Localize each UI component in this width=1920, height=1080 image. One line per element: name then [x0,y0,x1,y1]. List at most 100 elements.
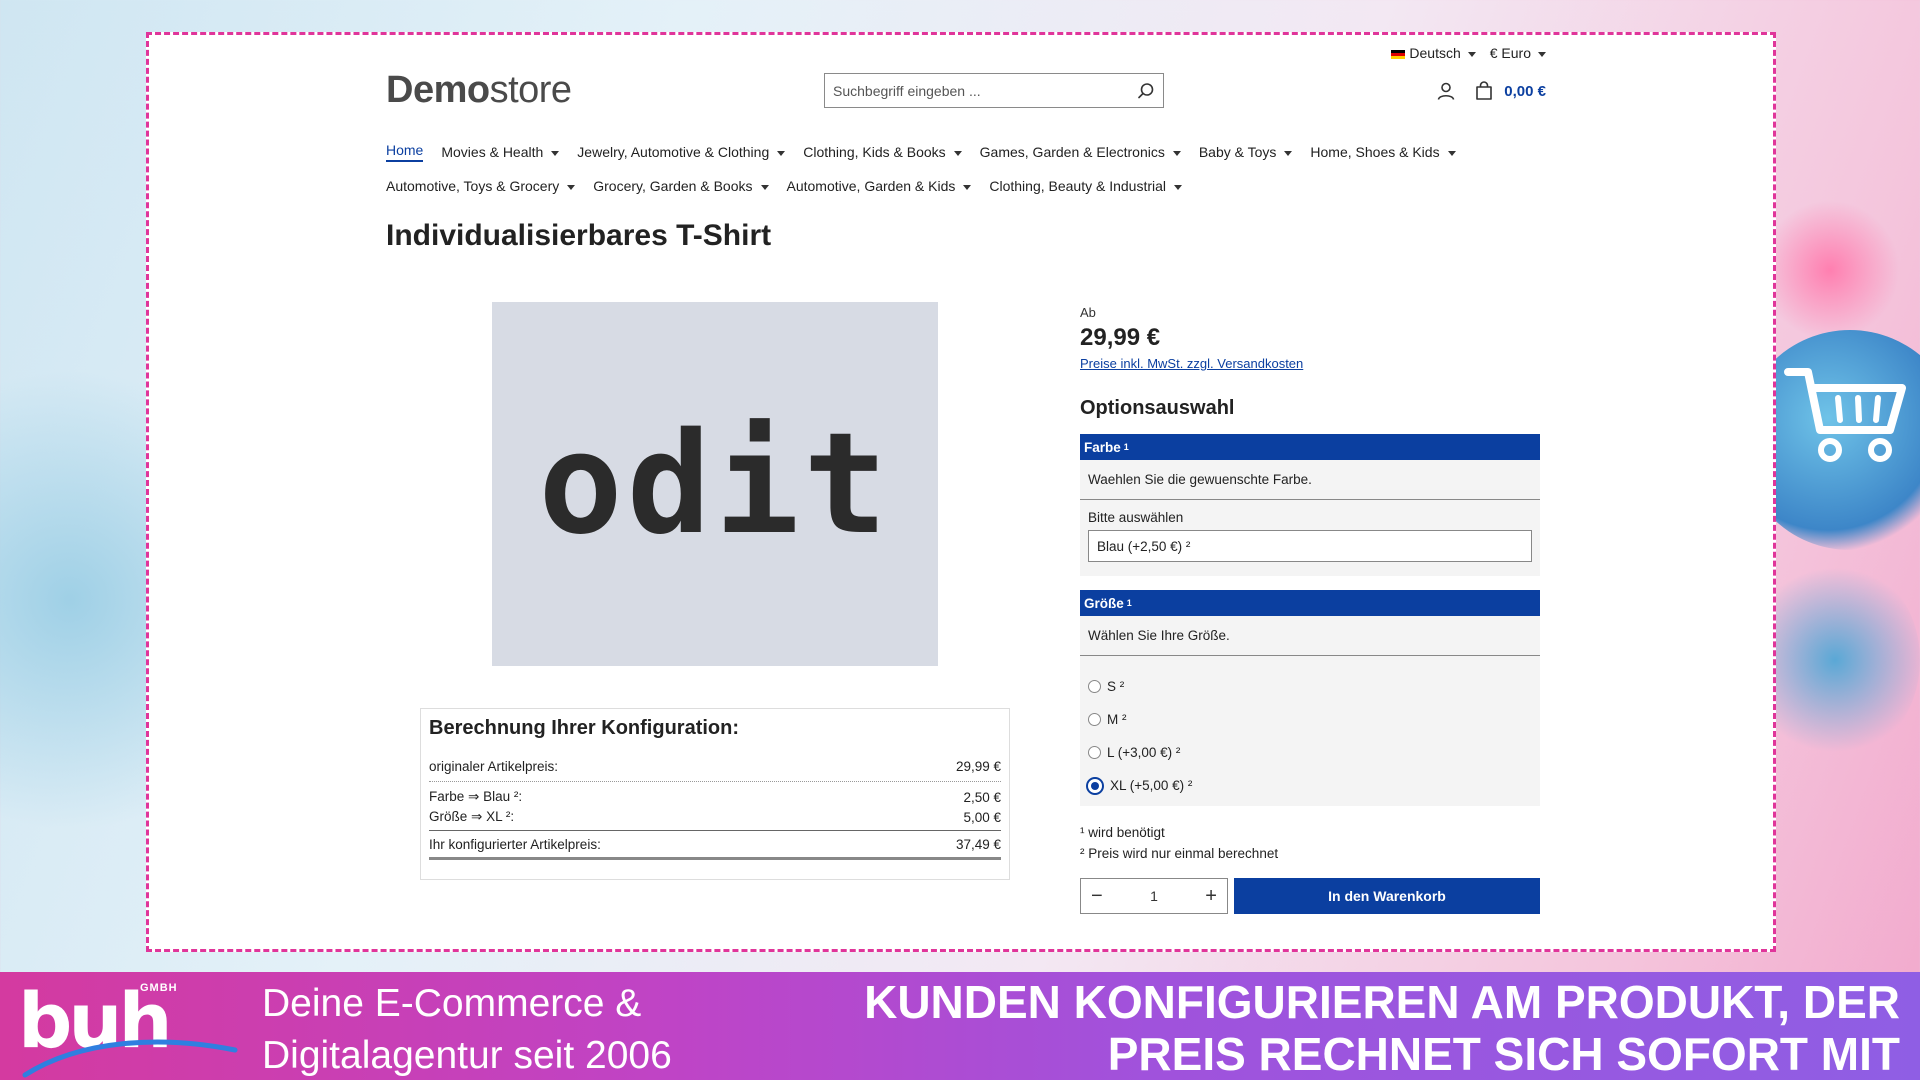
calc-item-row: Farbe ⇒ Blau ²: 2,50 € [429,787,1001,807]
quantity-stepper: − 1 + [1080,878,1228,914]
calc-item-label: Farbe ⇒ Blau ²: [429,789,523,804]
color-select-label: Bitte auswählen [1088,510,1184,525]
size-radio-m[interactable]: M ² [1088,703,1532,736]
nav-row-2: Automotive, Toys & Grocery Grocery, Gard… [386,169,1546,203]
required-marker: 1 [1123,442,1129,452]
nav-item-grocery-garden-books[interactable]: Grocery, Garden & Books [593,178,768,194]
calc-original-row: originaler Artikelpreis: 29,99 € [429,756,1001,776]
logo-light: store [489,69,572,111]
main-navigation: Home Movies & Health Jewelry, Automotive… [386,135,1546,203]
size-radio-label: M ² [1107,712,1127,727]
price-prefix: Ab [1080,305,1096,320]
header-actions: 0,00 € [1436,81,1546,101]
logo-swoosh-icon [22,1039,238,1078]
banner-headline: KUNDEN KONFIGURIEREN AM PRODUKT, DER PRE… [864,976,1900,1080]
cart-button[interactable]: 0,00 € [1474,81,1546,101]
nav-row-1: Home Movies & Health Jewelry, Automotive… [386,135,1546,169]
divider [429,781,1001,782]
currency-switcher[interactable]: € Euro [1490,45,1546,61]
product-title: Individualisierbares T-Shirt [386,219,772,252]
color-option-group: Farbe 1 Waehlen Sie die gewuenschte Farbe… [1080,434,1540,576]
nav-item-home[interactable]: Home [386,142,424,162]
screenshot-frame: Deutsch € Euro Demostore 0,00 € [146,32,1776,952]
product-image[interactable]: odit [492,302,938,666]
calc-total-label: Ihr konfigurierter Artikelpreis: [429,836,601,852]
store-page: Deutsch € Euro Demostore 0,00 € [386,35,1546,949]
buh-logo-suffix: GMBH [140,982,178,994]
radio-button[interactable] [1088,746,1101,759]
size-radio-label: L (+3,00 €) ² [1107,745,1181,760]
nav-item-movies-health[interactable]: Movies & Health [441,144,559,160]
buy-box: Ab 29,99 € Preise inkl. MwSt. zzgl. Vers… [1080,305,1540,914]
radio-button-checked[interactable] [1086,776,1104,795]
account-icon[interactable] [1436,81,1456,101]
search-bar [824,73,1164,108]
size-radio-label: XL (+5,00 €) ² [1110,778,1193,793]
quantity-plus-button[interactable]: + [1205,885,1217,908]
product-price: 29,99 € [1080,324,1161,351]
shopping-bag-icon [1476,81,1493,100]
color-option-header: Farbe 1 [1080,434,1540,460]
background-decoration [1760,200,1900,340]
size-option-group: Größe 1 Wählen Sie Ihre Größe. S ² M ² L … [1080,590,1540,806]
footnote-required: ¹ wird benötigt [1080,825,1165,840]
shopping-cart-decoration-icon [1784,368,1906,462]
price-note-link[interactable]: Preise inkl. MwSt. zzgl. Versandkosten [1080,356,1540,371]
quantity-value[interactable]: 1 [1150,888,1158,904]
banner-tagline-line1: Deine E-Commerce & [262,982,642,1025]
nav-item-automotive-toys-grocery[interactable]: Automotive, Toys & Grocery [386,178,575,194]
size-radio-xl[interactable]: XL (+5,00 €) ² [1086,769,1532,802]
cart-total: 0,00 € [1504,82,1546,100]
radio-button[interactable] [1088,680,1101,693]
radio-button[interactable] [1088,713,1101,726]
options-title: Optionsauswahl [1080,397,1235,419]
language-label: Deutsch [1409,45,1461,61]
nav-item-jewelry-automotive-clothing[interactable]: Jewelry, Automotive & Clothing [577,144,785,160]
size-option-description: Wählen Sie Ihre Größe. [1080,616,1540,656]
calc-item-label: Größe ⇒ XL ²: [429,809,515,824]
calc-total-row: Ihr konfigurierter Artikelpreis: 37,49 € [429,834,1001,854]
quantity-minus-button[interactable]: − [1091,885,1103,908]
size-option-body: S ² M ² L (+3,00 €) ² XL (+5,00 €) ² [1080,656,1540,806]
required-marker: 1 [1126,598,1132,608]
language-switcher[interactable]: Deutsch [1391,45,1475,61]
configuration-calculation: Berechnung Ihrer Konfiguration: original… [420,708,1010,880]
nav-item-automotive-garden-kids[interactable]: Automotive, Garden & Kids [787,178,972,194]
nav-item-clothing-kids-books[interactable]: Clothing, Kids & Books [803,144,961,160]
footnotes: ¹ wird benötigt ² Preis wird nur einmal … [1080,822,1540,864]
logo-bold: Demo [386,69,490,111]
banner-headline-line1: KUNDEN KONFIGURIEREN AM PRODUKT, DER [864,976,1900,1028]
size-radio-s[interactable]: S ² [1088,670,1532,703]
color-option-body: Bitte auswählen Blau (+2,50 €) ² [1080,500,1540,576]
footnote-price-once: ² Preis wird nur einmal berechnet [1080,846,1279,861]
calc-title: Berechnung Ihrer Konfiguration: [429,717,739,739]
color-select[interactable]: Blau (+2,50 €) ² [1088,530,1532,562]
calc-item-value: 5,00 € [963,809,1001,825]
divider [429,857,1001,860]
size-radio-l[interactable]: L (+3,00 €) ² [1088,736,1532,769]
product-image-text: odit [538,402,892,566]
nav-item-clothing-beauty-industrial[interactable]: Clothing, Beauty & Industrial [989,178,1182,194]
calc-item-value: 2,50 € [963,789,1001,805]
divider [429,830,1001,831]
nav-item-home-shoes-kids[interactable]: Home, Shoes & Kids [1310,144,1455,160]
buy-row: − 1 + In den Warenkorb [1080,878,1540,914]
calc-total-value: 37,49 € [955,836,1001,852]
add-to-cart-button[interactable]: In den Warenkorb [1234,878,1540,914]
german-flag-icon [1391,49,1406,59]
size-option-label: Größe [1084,595,1124,611]
size-radio-label: S ² [1107,679,1125,694]
nav-item-baby-toys[interactable]: Baby & Toys [1199,144,1293,160]
size-option-header: Größe 1 [1080,590,1540,616]
color-option-label: Farbe [1084,439,1121,455]
nav-item-games-garden-electronics[interactable]: Games, Garden & Electronics [980,144,1181,160]
color-option-description: Waehlen Sie die gewuenschte Farbe. [1080,460,1540,500]
footer-banner: buh GMBH Deine E-Commerce & Digitalagent… [0,972,1920,1080]
calc-item-row: Größe ⇒ XL ²: 5,00 € [429,807,1001,827]
search-input[interactable] [833,82,1137,99]
calc-original-value: 29,99 € [955,758,1001,774]
search-icon[interactable] [1137,82,1155,100]
store-logo[interactable]: Demostore [386,69,572,112]
banner-tagline-line2: Digitalagentur seit 2006 [262,1034,672,1077]
banner-tagline: Deine E-Commerce & Digitalagentur seit 2… [262,978,672,1080]
